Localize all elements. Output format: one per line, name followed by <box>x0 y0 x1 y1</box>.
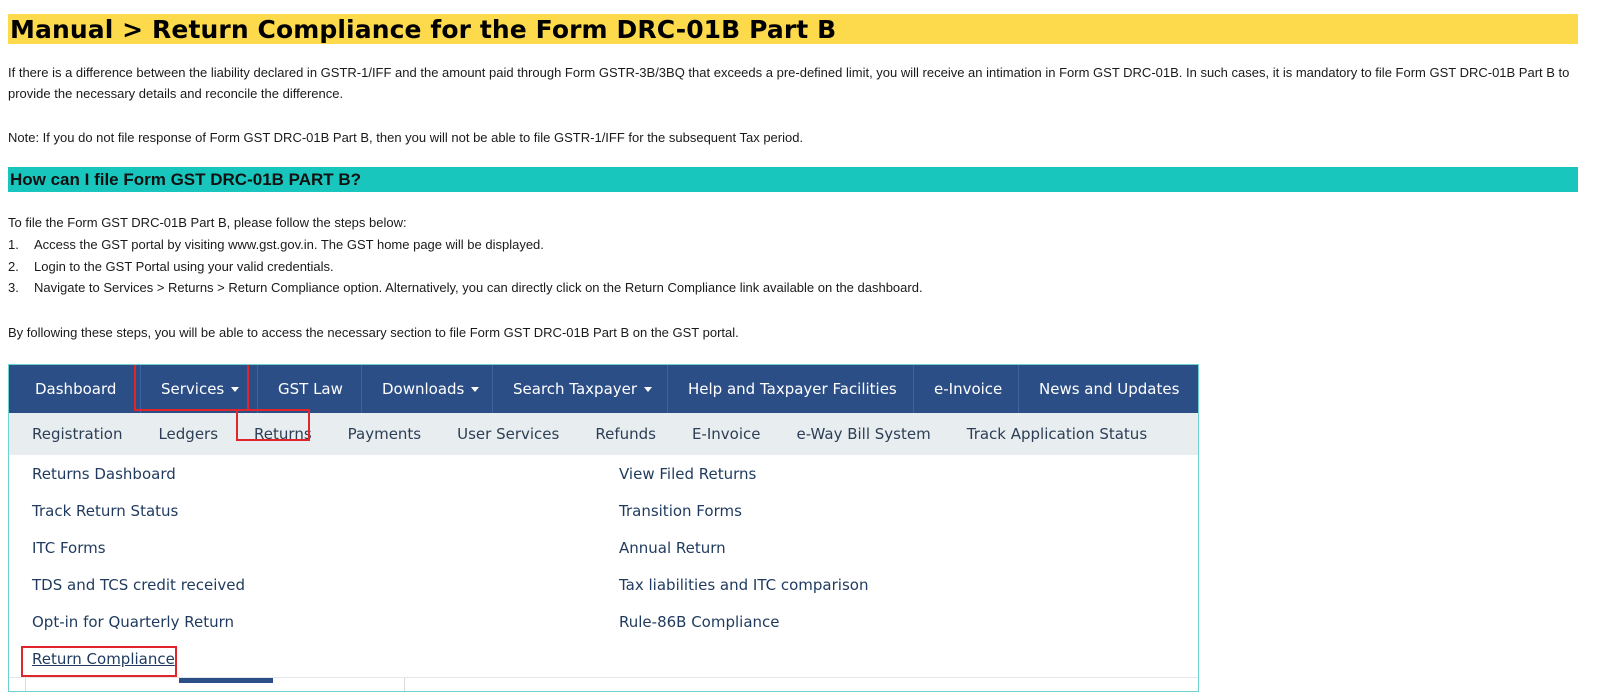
caret-down-icon <box>231 386 240 392</box>
section-heading-bar: How can I file Form GST DRC-01B PART B? <box>8 167 1578 192</box>
nav-search-taxpayer[interactable]: Search Taxpayer <box>493 365 668 413</box>
menu-track-return-status[interactable]: Track Return Status <box>32 502 178 520</box>
menu-return-compliance[interactable]: Return Compliance <box>32 650 175 668</box>
nav-help-taxpayer-facilities[interactable]: Help and Taxpayer Facilities <box>668 365 914 413</box>
subnav-refunds[interactable]: Refunds <box>595 425 656 443</box>
intro-paragraph: If there is a difference between the lia… <box>8 65 1570 101</box>
step-item: 3. Navigate to Services > Returns > Retur… <box>8 277 923 299</box>
step-item: 2. Login to the GST Portal using your val… <box>8 256 923 278</box>
returns-dropdown-menu: Returns Dashboard Track Return Status IT… <box>17 455 1198 677</box>
subnav-ledgers[interactable]: Ledgers <box>158 425 218 443</box>
subnav-e-way-bill[interactable]: e-Way Bill System <box>796 425 930 443</box>
subnav-returns[interactable]: Returns <box>254 425 312 443</box>
step-item: 1. Access the GST portal by visiting www.… <box>8 234 923 256</box>
subnav-registration[interactable]: Registration <box>32 425 122 443</box>
subnav-payments[interactable]: Payments <box>348 425 421 443</box>
page-below-menu <box>9 677 1198 691</box>
nav-label: Help and Taxpayer Facilities <box>688 380 897 398</box>
divider <box>404 678 405 691</box>
step-number: 3. <box>8 280 19 295</box>
divider <box>25 678 26 691</box>
nav-label: e-Invoice <box>934 380 1003 398</box>
section-heading: How can I file Form GST DRC-01B PART B? <box>10 170 362 189</box>
step-number: 1. <box>8 237 19 252</box>
nav-label: Downloads <box>382 380 465 398</box>
nav-services[interactable]: Services <box>141 365 258 413</box>
active-tab-indicator <box>179 678 273 683</box>
nav-label: News and Updates <box>1039 380 1180 398</box>
closing-paragraph: By following these steps, you will be ab… <box>8 325 739 340</box>
nav-label: Services <box>161 380 225 398</box>
step-text: Login to the GST Portal using your valid… <box>34 258 334 274</box>
step-text: Navigate to Services > Returns > Return … <box>34 280 923 295</box>
page-title-bar: Manual > Return Compliance for the Form … <box>8 14 1578 44</box>
portal-screenshot: Dashboard Services GST Law Downloads Sea… <box>8 364 1199 692</box>
menu-itc-forms[interactable]: ITC Forms <box>32 539 106 557</box>
step-text: Access the GST portal by visiting www.gs… <box>34 237 544 252</box>
caret-down-icon <box>471 386 480 392</box>
nav-news-updates[interactable]: News and Updates <box>1019 365 1198 413</box>
subnav-e-invoice[interactable]: E-Invoice <box>692 425 761 443</box>
nav-e-invoice[interactable]: e-Invoice <box>914 365 1019 413</box>
menu-transition-forms[interactable]: Transition Forms <box>619 502 742 520</box>
top-navigation: Dashboard Services GST Law Downloads Sea… <box>9 365 1198 413</box>
nav-label: Dashboard <box>35 380 117 398</box>
menu-annual-return[interactable]: Annual Return <box>619 539 726 557</box>
steps-intro: To file the Form GST DRC-01B Part B, ple… <box>8 215 407 230</box>
nav-label: Search Taxpayer <box>513 380 638 398</box>
note-paragraph: Note: If you do not file response of For… <box>8 130 804 145</box>
sub-navigation: Registration Ledgers Returns Payments Us… <box>9 413 1198 455</box>
menu-returns-dashboard[interactable]: Returns Dashboard <box>32 465 176 483</box>
menu-rule-86b-compliance[interactable]: Rule-86B Compliance <box>619 613 780 631</box>
steps-list: 1. Access the GST portal by visiting www.… <box>8 234 923 299</box>
nav-downloads[interactable]: Downloads <box>362 365 493 413</box>
page-title: Manual > Return Compliance for the Form … <box>10 15 837 44</box>
menu-view-filed-returns[interactable]: View Filed Returns <box>619 465 756 483</box>
nav-label: GST Law <box>278 380 343 398</box>
subnav-user-services[interactable]: User Services <box>457 425 559 443</box>
step-number: 2. <box>8 258 19 274</box>
menu-opt-in-quarterly[interactable]: Opt-in for Quarterly Return <box>32 613 234 631</box>
menu-tds-tcs-credit[interactable]: TDS and TCS credit received <box>32 576 245 594</box>
caret-down-icon <box>644 386 653 392</box>
subnav-track-application[interactable]: Track Application Status <box>967 425 1147 443</box>
nav-dashboard[interactable]: Dashboard <box>9 365 141 413</box>
menu-tax-liabilities-itc[interactable]: Tax liabilities and ITC comparison <box>619 576 868 594</box>
nav-gst-law[interactable]: GST Law <box>258 365 362 413</box>
